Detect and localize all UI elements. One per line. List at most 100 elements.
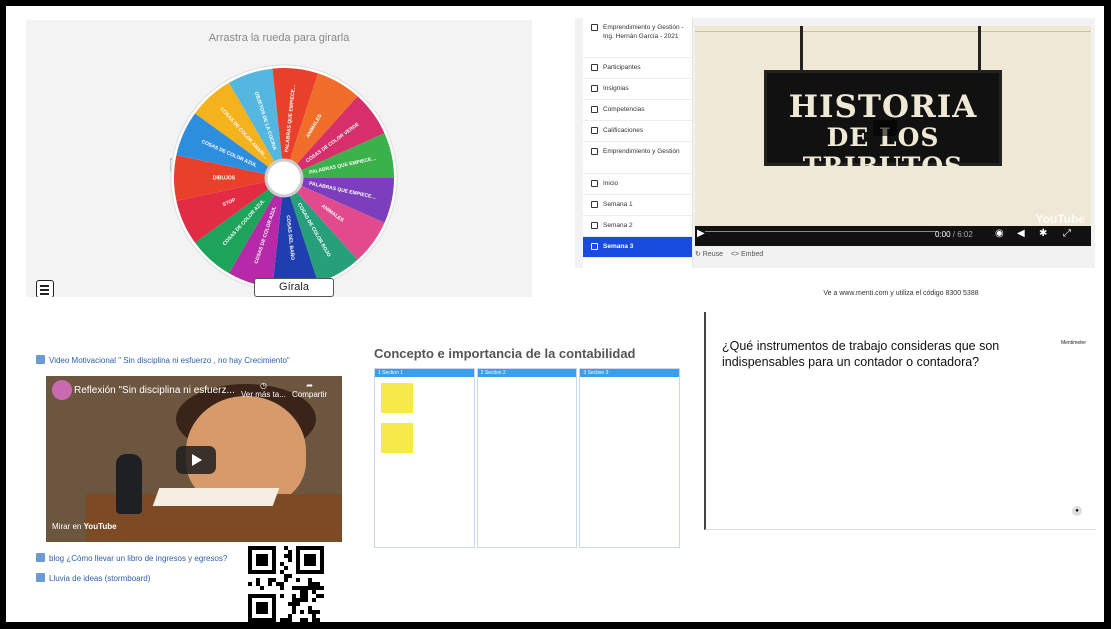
- sidebar-item-week-3[interactable]: Semana 3: [583, 237, 692, 258]
- qr-finder: [256, 602, 268, 614]
- fullscreen-icon[interactable]: ⤢: [1063, 228, 1071, 239]
- tributos-video[interactable]: HISTORIA DE LOS TRIBUTOS YouTube: [695, 26, 1091, 246]
- qr-module: [304, 586, 308, 590]
- palette-icon[interactable]: ◉: [995, 228, 1004, 239]
- qr-module: [256, 582, 260, 586]
- qr-module: [304, 598, 308, 602]
- qr-module: [308, 610, 312, 614]
- qr-module: [316, 586, 320, 590]
- embed-link[interactable]: <> Embed: [731, 251, 763, 258]
- play-icon[interactable]: [873, 120, 897, 136]
- channel-avatar[interactable]: [52, 380, 72, 400]
- qr-module: [284, 566, 288, 570]
- stormboard-panel: Concepto e importancia de la contabilida…: [370, 342, 684, 557]
- qr-module: [312, 618, 316, 622]
- qr-module: [296, 586, 300, 590]
- motivational-video[interactable]: Reflexión "Sin disciplina ni esfuerz... …: [46, 376, 342, 542]
- stormboard-link[interactable]: Lluvia de ideas (stormboard): [36, 573, 150, 583]
- qr-module: [308, 606, 312, 610]
- qr-module: [292, 606, 296, 610]
- spin-wheel[interactable]: DIBUJOSCOSAS DE COLOR AZULCOSAS DE COLOR…: [166, 60, 402, 296]
- board-column-1: 1 Section 1: [374, 368, 475, 548]
- qr-module: [280, 582, 284, 586]
- watch-on-youtube[interactable]: Mirar en YouTube: [52, 522, 117, 531]
- grid-icon: [591, 127, 598, 134]
- folder-icon: [591, 243, 598, 250]
- qr-module: [284, 578, 288, 582]
- qr-module: [256, 578, 260, 582]
- play-icon[interactable]: ▶: [697, 228, 705, 239]
- qr-module: [320, 594, 324, 598]
- qr-module: [316, 594, 320, 598]
- qr-module: [272, 578, 276, 582]
- blog-link[interactable]: blog ¿Cómo llevar un libro de ingresos y…: [36, 553, 227, 563]
- menu-icon[interactable]: [36, 280, 54, 297]
- column-header: 2 Section 2: [477, 369, 577, 377]
- qr-module: [304, 590, 308, 594]
- users-icon: [591, 64, 598, 71]
- sidebar-item-grades[interactable]: Calificaciones: [583, 121, 692, 142]
- qr-module: [312, 586, 316, 590]
- video-book: [152, 488, 280, 506]
- board-columns: 1 Section 1 2 Section 2 3 Section 3: [374, 368, 681, 548]
- qr-module: [280, 562, 284, 566]
- video-link[interactable]: Video Motivacional " Sin disciplina ni e…: [36, 355, 290, 365]
- video-title[interactable]: Reflexión "Sin disciplina ni esfuerz...: [74, 385, 235, 396]
- wheel-hub[interactable]: [264, 158, 304, 198]
- reuse-link[interactable]: ↻ Reuse: [695, 251, 723, 258]
- link-icon: [36, 553, 45, 562]
- youtube-watermark: YouTube: [1035, 212, 1085, 226]
- graduation-cap-icon: [591, 24, 598, 31]
- sidebar-item-week-1[interactable]: Semana 1: [583, 195, 692, 216]
- qr-module: [316, 610, 320, 614]
- qr-module: [280, 570, 284, 574]
- time-display: 0:00 / 6:02: [935, 230, 973, 239]
- progress-bar[interactable]: [705, 231, 937, 232]
- shield-icon: [591, 85, 598, 92]
- column-header: 3 Section 3: [580, 369, 680, 377]
- sidebar-item-participants[interactable]: Participantes: [583, 58, 692, 79]
- wheel-title: Arrastra la rueda para girarla: [208, 32, 350, 44]
- board-title: Concepto e importancia de la contabilida…: [374, 346, 636, 361]
- person-icon[interactable]: ●: [1072, 506, 1082, 516]
- play-icon[interactable]: [176, 446, 216, 474]
- share-button[interactable]: ➦ Compartir: [292, 381, 327, 399]
- qr-module: [284, 546, 288, 550]
- qr-module: [312, 590, 316, 594]
- sticky-note[interactable]: [381, 383, 413, 413]
- sidebar-item-competencies[interactable]: Competencias: [583, 100, 692, 121]
- video-figurine: [116, 454, 142, 514]
- qr-module: [288, 618, 292, 622]
- folder-icon: [591, 201, 598, 208]
- volume-icon[interactable]: ◀: [1017, 228, 1025, 239]
- qr-module: [268, 582, 272, 586]
- qr-module: [300, 590, 304, 594]
- qr-module: [300, 586, 304, 590]
- qr-module: [284, 618, 288, 622]
- sidebar-item-course[interactable]: Emprendimiento y Gestión - Ing. Hernán G…: [583, 18, 692, 58]
- video-background-line: [695, 31, 1091, 32]
- mentimeter-panel: Ve a www.menti.com y utiliza el código 8…: [704, 290, 1096, 530]
- spin-button[interactable]: Gírala: [254, 278, 334, 297]
- folder-icon: [591, 180, 598, 187]
- qr-module: [312, 598, 316, 602]
- qr-module: [316, 582, 320, 586]
- menti-question: ¿Qué instrumentos de trabajo consideras …: [722, 339, 1000, 369]
- sidebar-item-week-2[interactable]: Semana 2: [583, 216, 692, 237]
- watch-later-button[interactable]: ◷ Ver más ta...: [241, 381, 286, 399]
- settings-icon[interactable]: ✱: [1039, 228, 1047, 239]
- qr-module: [284, 554, 288, 558]
- qr-module: [320, 586, 324, 590]
- sidebar-item-home[interactable]: Inicio: [583, 174, 692, 195]
- qr-module: [312, 610, 316, 614]
- sticky-note[interactable]: [381, 423, 413, 453]
- qr-finder: [256, 554, 268, 566]
- qr-module: [292, 586, 296, 590]
- qr-module: [296, 578, 300, 582]
- sidebar-item-badges[interactable]: Insignias: [583, 79, 692, 100]
- qr-module: [308, 586, 312, 590]
- course-panel: Emprendimiento y Gestión - Ing. Hernán G…: [575, 18, 1095, 268]
- wheel-panel: Arrastra la rueda para girarla DIBUJOS CO…: [26, 20, 532, 297]
- sidebar-item-section[interactable]: Emprendimiento y Gestión: [583, 142, 692, 174]
- qr-module: [300, 594, 304, 598]
